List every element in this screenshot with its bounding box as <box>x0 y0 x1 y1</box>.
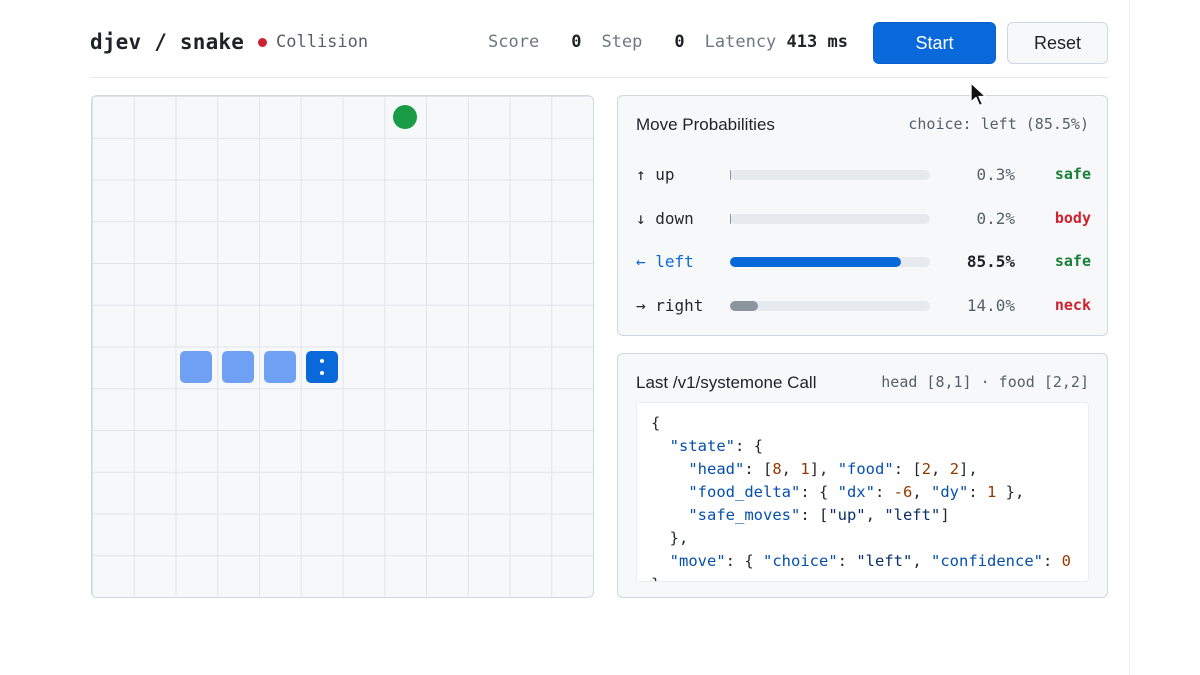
json-code: { "state": { "head": [8, 1], "food": [2,… <box>651 414 1071 581</box>
app-title: djev / snake <box>90 30 245 54</box>
probability-bar-fill <box>730 170 731 180</box>
probability-bar-fill <box>730 257 901 267</box>
metrics-bar: Score 0 Step 0 Latency 413 ms <box>488 32 848 52</box>
move-safety-tag: safe <box>1054 252 1091 270</box>
game-board <box>91 95 594 598</box>
status-indicator: Collision <box>258 32 368 52</box>
move-safety-tag: neck <box>1054 295 1091 314</box>
snake-head <box>305 351 338 384</box>
latency-value: 413 ms <box>786 32 848 52</box>
snake-body-segment <box>263 351 296 384</box>
mouse-cursor-icon <box>970 82 987 107</box>
status-dot-icon <box>258 37 267 47</box>
step-label: Step <box>601 32 643 52</box>
move-label: ← left <box>636 252 694 271</box>
header: djev / snake Collision Score 0 Step 0 Latenc… <box>90 20 1108 64</box>
score-value: 0 <box>571 32 582 52</box>
snake-body-segment <box>180 351 213 384</box>
probabilities-title: Move Probabilities <box>636 115 775 134</box>
probability-bar <box>730 213 930 224</box>
last-call-title: Last /v1/systemone Call <box>636 373 817 392</box>
start-button[interactable]: Start <box>873 22 996 64</box>
reset-button[interactable]: Reset <box>1007 22 1108 64</box>
snake-body-segment <box>222 351 255 384</box>
probability-bar <box>730 170 930 180</box>
latency-label: Latency <box>704 32 777 52</box>
move-label: ↑ up <box>636 165 675 184</box>
score-label: Score <box>488 32 540 52</box>
probability-percent: 14.0% <box>966 295 1015 315</box>
probability-percent: 0.2% <box>976 208 1015 228</box>
json-code-block: { "state": { "head": [8, 1], "food": [2,… <box>636 402 1089 582</box>
probability-row: → right 14.0% neck <box>636 293 1091 319</box>
snake-eyes-icon <box>319 359 324 376</box>
probability-row: ↑ up 0.3% safe <box>636 162 1091 188</box>
status-text: Collision <box>276 32 369 52</box>
move-probabilities-panel: Move Probabilities choice: left (85.5%) … <box>617 95 1108 336</box>
probability-row: ← left 85.5% safe <box>636 249 1091 275</box>
food-pellet <box>393 104 418 129</box>
move-label: → right <box>636 295 704 315</box>
last-call-panel: Last /v1/systemone Call head [8,1] · foo… <box>617 353 1108 598</box>
move-safety-tag: body <box>1054 208 1091 227</box>
probability-row: ↓ down 0.2% body <box>636 206 1091 232</box>
move-safety-tag: safe <box>1054 165 1091 183</box>
probability-bar-fill <box>730 300 758 311</box>
last-call-meta: head [8,1] · food [2,2] <box>881 373 1089 391</box>
probability-percent: 0.3% <box>976 165 1015 184</box>
probability-bar <box>730 257 930 267</box>
probability-bar <box>730 300 930 311</box>
choice-summary: choice: left (85.5%) <box>908 115 1089 133</box>
step-value: 0 <box>674 32 685 52</box>
probability-percent: 85.5% <box>966 252 1015 271</box>
move-label: ↓ down <box>636 208 694 228</box>
page-edge-rule <box>1129 0 1130 675</box>
header-divider <box>90 77 1108 78</box>
